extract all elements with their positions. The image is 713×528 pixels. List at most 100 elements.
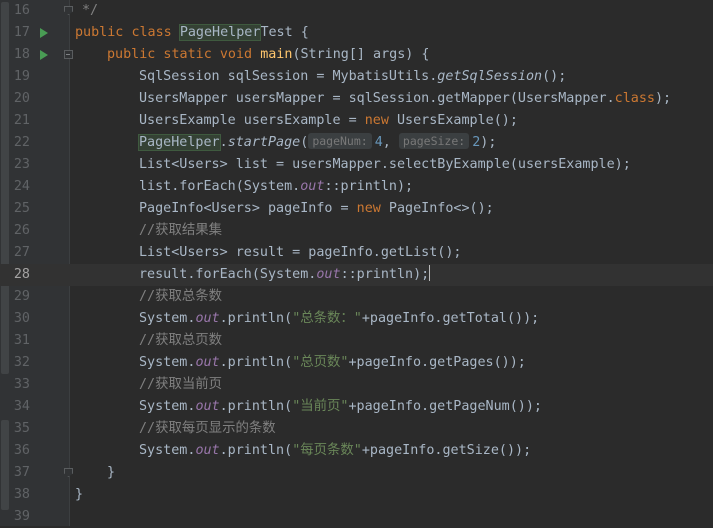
code-text: List<Users> result = pageInfo.getList(); xyxy=(139,245,462,260)
static-method: getSqlSession xyxy=(437,69,543,84)
code-line[interactable]: 32 System.out.println("总页数"+pageInfo.get… xyxy=(0,352,713,374)
code-line[interactable]: 24 list.forEach(System.out::println); xyxy=(0,176,713,198)
line-number: 38 xyxy=(13,487,30,502)
code-line[interactable]: 35 //获取每页显示的条数 xyxy=(0,418,713,440)
code-text: +pageInfo.getSize()); xyxy=(361,443,532,458)
code-text: .println( xyxy=(219,443,293,458)
code-text: System.out.println("总条数："+pageInfo.getTo… xyxy=(139,308,539,330)
keyword: class xyxy=(614,91,655,106)
code-text: UsersExample(); xyxy=(388,113,518,128)
code-editor[interactable]: 16 */ 17 public class PageHelperTest { 1… xyxy=(0,0,713,526)
line-number: 20 xyxy=(13,91,30,106)
line-number: 26 xyxy=(13,223,30,238)
string-literal: "总条数：" xyxy=(292,311,362,326)
code-line[interactable]: 23 List<Users> list = usersMapper.select… xyxy=(0,154,713,176)
code-text: System. xyxy=(139,311,196,326)
code-line[interactable]: 20 UsersMapper usersMapper = sqlSession.… xyxy=(0,88,713,110)
run-gutter-icon[interactable] xyxy=(40,50,48,60)
string-literal: "总页数" xyxy=(292,355,349,370)
code-line[interactable]: 33 //获取当前页 xyxy=(0,374,713,396)
line-number: 25 xyxy=(13,201,30,216)
code-line[interactable]: 27 List<Users> result = pageInfo.getList… xyxy=(0,242,713,264)
code-text: .println( xyxy=(219,355,293,370)
line-number: 16 xyxy=(13,3,30,18)
code-text: result.forEach(System.out::println); xyxy=(139,264,431,286)
static-field: out xyxy=(316,267,341,282)
code-text: System. xyxy=(139,399,196,414)
fold-marker-icon[interactable] xyxy=(64,6,73,16)
parameter-hint: pageNum: xyxy=(308,133,372,149)
line-number: 33 xyxy=(13,377,30,392)
code-line[interactable]: 37 } xyxy=(0,462,713,484)
static-field: out xyxy=(195,355,220,370)
closing-brace: } xyxy=(107,465,116,480)
line-number: 29 xyxy=(13,289,30,304)
code-text: ::println); xyxy=(340,267,430,282)
code-text: UsersMapper usersMapper = sqlSession.get… xyxy=(139,88,671,110)
static-field: out xyxy=(300,179,325,194)
number-literal: 4 xyxy=(374,135,383,150)
code-text: , xyxy=(382,135,391,150)
code-line[interactable]: 21 UsersExample usersExample = new Users… xyxy=(0,110,713,132)
comment-end: */ xyxy=(82,3,99,18)
code-line[interactable]: 36 System.out.println("每页条数"+pageInfo.ge… xyxy=(0,440,713,462)
code-text: ); xyxy=(480,135,497,150)
class-name-highlight: PageHelper xyxy=(138,134,221,151)
code-line[interactable]: 25 PageInfo<Users> pageInfo = new PageIn… xyxy=(0,198,713,220)
code-line[interactable]: 19 SqlSession sqlSession = MybatisUtils.… xyxy=(0,66,713,88)
text-caret xyxy=(429,265,431,281)
code-text: UsersExample usersExample = new UsersExa… xyxy=(139,110,518,132)
code-text: SqlSession sqlSession = MybatisUtils. xyxy=(139,69,438,84)
line-number: 22 xyxy=(13,135,30,150)
keyword: public static void xyxy=(107,47,253,62)
closing-brace: } xyxy=(75,487,84,502)
line-number: 32 xyxy=(13,355,30,370)
code-line[interactable]: 18 public static void main(String[] args… xyxy=(0,44,713,66)
code-text: +pageInfo.getTotal()); xyxy=(361,311,540,326)
code-line[interactable]: 22 PageHelper.startPage(pageNum: 4, pageS… xyxy=(0,132,713,154)
code-line-current[interactable]: 28 result.forEach(System.out::println); xyxy=(0,264,713,286)
code-text: System.out.println("当前页"+pageInfo.getPag… xyxy=(139,396,542,418)
code-text: PageInfo<Users> pageInfo = new PageInfo<… xyxy=(139,198,494,220)
comment: //获取当前页 xyxy=(139,377,223,392)
method-name: main xyxy=(260,47,293,62)
code-line[interactable]: 16 */ xyxy=(0,0,713,22)
code-line[interactable]: 31 //获取总页数 xyxy=(0,330,713,352)
static-field: out xyxy=(195,443,220,458)
code-line[interactable]: 26 //获取结果集 xyxy=(0,220,713,242)
code-text: (String[] args) { xyxy=(292,47,430,62)
comment: //获取每页显示的条数 xyxy=(139,421,276,436)
line-number: 24 xyxy=(13,179,30,194)
code-text: .println( xyxy=(219,311,293,326)
code-text: System.out.println("总页数"+pageInfo.getPag… xyxy=(139,352,526,374)
code-text: public class PageHelperTest { xyxy=(75,22,309,44)
code-line[interactable]: 39 xyxy=(0,506,713,528)
static-field: out xyxy=(195,399,220,414)
line-number: 21 xyxy=(13,113,30,128)
line-number: 27 xyxy=(13,245,30,260)
line-number: 30 xyxy=(13,311,30,326)
code-line[interactable]: 34 System.out.println("当前页"+pageInfo.get… xyxy=(0,396,713,418)
code-line[interactable]: 29 //获取总条数 xyxy=(0,286,713,308)
fold-marker-icon[interactable] xyxy=(64,50,73,60)
code-text: System.out.println("每页条数"+pageInfo.getSi… xyxy=(139,440,531,462)
fold-marker-icon[interactable] xyxy=(64,468,73,478)
code-text: . xyxy=(219,135,228,150)
code-line[interactable]: 38 } xyxy=(0,484,713,506)
code-text: public static void main(String[] args) { xyxy=(107,44,430,66)
comment: //获取总页数 xyxy=(139,333,223,348)
code-text: PageHelper.startPage(pageNum: 4, pageSize… xyxy=(138,132,497,154)
line-number: 19 xyxy=(13,69,30,84)
static-field: out xyxy=(195,311,220,326)
keyword: public xyxy=(75,25,124,40)
code-text: System. xyxy=(139,355,196,370)
line-number: 36 xyxy=(13,443,30,458)
keyword: class xyxy=(131,25,172,40)
code-text: PageInfo<>(); xyxy=(380,201,494,216)
keyword: new xyxy=(356,201,381,216)
run-gutter-icon[interactable] xyxy=(40,28,48,38)
code-line[interactable]: 17 public class PageHelperTest { xyxy=(0,22,713,44)
code-line[interactable]: 30 System.out.println("总条数："+pageInfo.ge… xyxy=(0,308,713,330)
code-text: .println( xyxy=(219,399,293,414)
code-text: ::println); xyxy=(324,179,414,194)
